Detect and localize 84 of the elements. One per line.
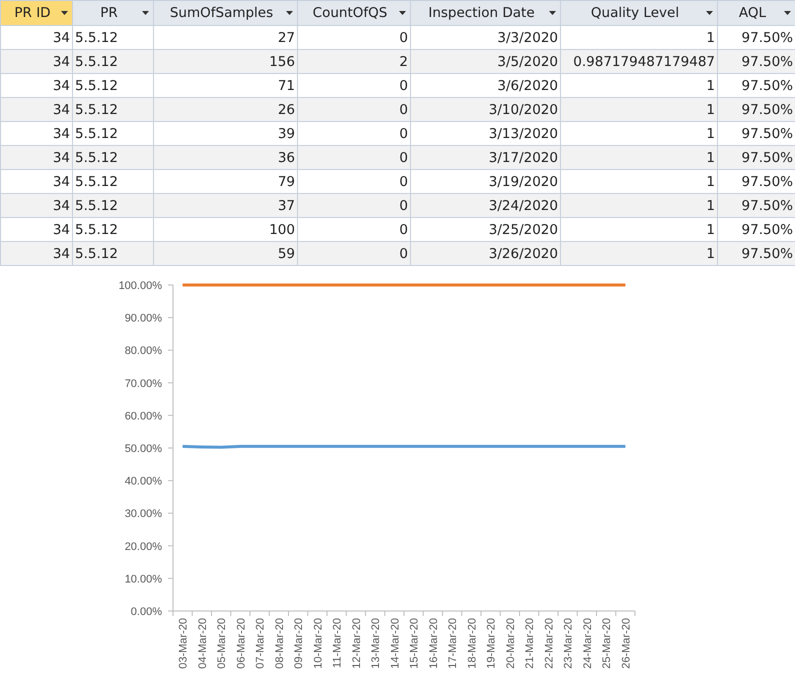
- table-cell: 34: [0, 194, 72, 218]
- x-tick-label: 05-Mar-20: [216, 618, 228, 669]
- dropdown-arrow-icon[interactable]: [784, 11, 791, 15]
- x-tick-label: 21-Mar-20: [524, 618, 536, 669]
- column-header[interactable]: PR ID: [0, 0, 72, 26]
- x-tick-label: 11-Mar-20: [332, 618, 344, 668]
- x-tick-label: 15-Mar-20: [408, 618, 421, 669]
- table-cell: 1: [560, 146, 718, 170]
- y-tick-label: 0.00%: [130, 606, 162, 618]
- x-tick-label: 26-Mar-20: [620, 618, 632, 669]
- x-tick-label: 17-Mar-20: [447, 618, 460, 669]
- table-cell: 5.5.12: [72, 146, 154, 170]
- dropdown-arrow-icon[interactable]: [286, 11, 293, 15]
- table-cell: 0.987179487179487: [560, 50, 718, 74]
- dropdown-arrow-icon[interactable]: [142, 11, 149, 15]
- table-cell: 0: [298, 98, 410, 122]
- table-cell: 97.50%: [718, 242, 795, 266]
- y-tick-label: 50.00%: [124, 443, 162, 455]
- x-tick-label: 06-Mar-20: [235, 618, 248, 669]
- table-cell: 34: [0, 98, 72, 122]
- table-cell: 3/26/2020: [410, 242, 560, 266]
- dropdown-arrow-icon[interactable]: [61, 11, 68, 15]
- x-tick-label: 16-Mar-20: [428, 618, 440, 669]
- table-cell: 0: [298, 146, 410, 170]
- column-header[interactable]: Quality Level: [560, 0, 718, 26]
- x-tick-label: 09-Mar-20: [293, 618, 306, 669]
- table-cell: 59: [154, 242, 298, 266]
- table-cell: 0: [298, 194, 410, 218]
- table-cell: 1: [560, 194, 718, 218]
- table-cell: 5.5.12: [72, 242, 154, 266]
- y-tick-label: 40.00%: [124, 476, 162, 488]
- y-tick-label: 100.00%: [118, 280, 162, 292]
- x-tick-label: 20-Mar-20: [504, 618, 517, 669]
- column-header[interactable]: PR: [72, 0, 154, 26]
- table-cell: 2: [298, 50, 410, 74]
- table-cell: 3/24/2020: [410, 194, 560, 218]
- y-tick-label: 80.00%: [124, 345, 162, 358]
- x-tick-label: 14-Mar-20: [389, 618, 402, 669]
- x-tick-label: 19-Mar-20: [486, 618, 498, 669]
- dropdown-arrow-icon[interactable]: [399, 11, 406, 15]
- table-cell: 1: [560, 98, 718, 122]
- x-tick-label: 07-Mar-20: [254, 618, 267, 669]
- table-cell: 97.50%: [718, 146, 795, 170]
- y-tick-label: 70.00%: [124, 378, 162, 390]
- table-cell: 3/5/2020: [410, 50, 560, 74]
- table-cell: 156: [154, 50, 298, 74]
- x-tick-label: 08-Mar-20: [274, 618, 286, 669]
- table-cell: 97.50%: [718, 98, 795, 122]
- table-cell: 5.5.12: [72, 50, 154, 74]
- x-tick-label: 12-Mar-20: [350, 618, 363, 669]
- x-tick-label: 04-Mar-20: [196, 618, 209, 669]
- y-tick-label: 20.00%: [124, 540, 162, 553]
- x-tick-label: 25-Mar-20: [601, 618, 614, 669]
- x-tick-label: 22-Mar-20: [543, 618, 556, 669]
- x-tick-label: 10-Mar-20: [312, 618, 324, 669]
- table-cell: 0: [298, 242, 410, 266]
- table-cell: 34: [0, 242, 72, 266]
- x-tick-label: 03-Mar-20: [178, 618, 190, 669]
- table-cell: 37: [154, 194, 298, 218]
- column-header[interactable]: CountOfQS: [298, 0, 410, 26]
- table-cell: 34: [0, 146, 72, 170]
- table-cell: 34: [0, 50, 72, 74]
- column-header[interactable]: Inspection Date: [410, 0, 560, 26]
- table-cell: 5.5.12: [72, 98, 154, 122]
- x-tick-label: 13-Mar-20: [370, 618, 382, 669]
- x-tick-label: 18-Mar-20: [466, 618, 478, 669]
- table-cell: 3/17/2020: [410, 146, 560, 170]
- table-cell: 3/10/2020: [410, 98, 560, 122]
- y-tick-label: 60.00%: [124, 410, 162, 422]
- y-tick-label: 30.00%: [124, 508, 162, 520]
- y-tick-label: 10.00%: [124, 573, 162, 586]
- dropdown-arrow-icon[interactable]: [706, 11, 713, 15]
- table-cell: 97.50%: [718, 50, 795, 74]
- column-header[interactable]: SumOfSamples: [154, 0, 298, 26]
- y-tick-label: 90.00%: [124, 312, 162, 325]
- table-cell: 36: [154, 146, 298, 170]
- x-tick-label: 24-Mar-20: [582, 618, 594, 669]
- column-header[interactable]: AQL: [718, 0, 795, 26]
- dropdown-arrow-icon[interactable]: [549, 11, 556, 15]
- x-tick-label: 23-Mar-20: [562, 618, 575, 669]
- table-cell: 26: [154, 98, 298, 122]
- table-cell: 97.50%: [718, 194, 795, 218]
- table-cell: 1: [560, 242, 718, 266]
- table-cell: 5.5.12: [72, 194, 154, 218]
